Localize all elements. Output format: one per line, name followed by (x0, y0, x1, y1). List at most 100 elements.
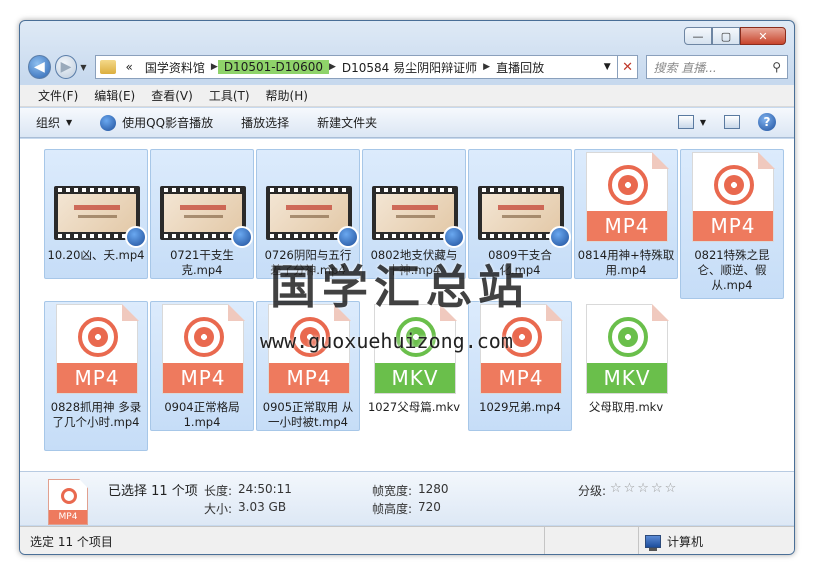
search-icon[interactable]: ⚲ (772, 60, 781, 74)
duration-label: 长度: (204, 484, 233, 498)
file-list[interactable]: 10.20凶、夭.mp4 0721干支生克.mp4 0726阴阳与五行差了分神.mp… (20, 139, 794, 471)
file-name: 10.20凶、夭.mp4 (47, 248, 145, 262)
view-controls: ▼ ? (668, 113, 776, 131)
film-reel-icon (396, 317, 436, 357)
file-item[interactable]: 0726阴阳与五行差了分神.mp4 (256, 149, 360, 279)
play-selection-button[interactable]: 播放选择 (241, 114, 289, 131)
film-reel-icon (290, 317, 330, 357)
breadcrumb-separator[interactable]: ▶ (211, 62, 218, 72)
film-reel-icon (61, 488, 77, 504)
film-reel-icon (608, 165, 648, 205)
search-input[interactable]: 搜索 直播... ⚲ (646, 55, 788, 79)
view-options-icon[interactable] (677, 115, 694, 129)
file-type-label: MP4 (163, 363, 243, 393)
minimize-button[interactable]: — (684, 27, 712, 45)
file-item[interactable]: MP4 0904正常格局1.mp4 (150, 301, 254, 431)
menu-edit[interactable]: 编辑(E) (86, 87, 143, 104)
forward-button[interactable]: ▶ (54, 55, 78, 79)
thumbnail-detail (289, 214, 329, 218)
rating-label: 分级: (578, 484, 607, 498)
file-type-label: MP4 (693, 211, 773, 241)
file-item[interactable]: MKV 父母取用.mkv (574, 301, 678, 431)
qq-player-badge-icon (443, 226, 465, 248)
file-item[interactable]: MP4 1029兄弟.mp4 (468, 301, 572, 431)
file-type-label: MP4 (57, 363, 137, 393)
play-with-qq-button[interactable]: 使用QQ影音播放 (100, 114, 213, 131)
breadcrumb-separator[interactable]: ▶ (329, 62, 336, 72)
status-location: 计算机 (638, 527, 704, 554)
caption-buttons: — ▢ ✕ (684, 27, 786, 45)
organize-button[interactable]: 组织 ▼ (36, 114, 72, 131)
maximize-button[interactable]: ▢ (712, 27, 740, 45)
frame-height-label: 帧高度: (372, 502, 413, 516)
qq-player-badge-icon (337, 226, 359, 248)
view-dropdown-icon[interactable]: ▼ (700, 118, 706, 127)
file-item[interactable]: MP4 0828抓用神 多录了几个小时.mp4 (44, 301, 148, 451)
breadcrumb-overflow[interactable]: « (120, 60, 139, 74)
duration-value: 24:50:11 (238, 482, 292, 496)
film-reel-icon (184, 317, 224, 357)
file-name: 1029兄弟.mp4 (479, 400, 561, 414)
address-bar[interactable]: « 国学资料馆 ▶ D10501-D10600 ▶ D10584 易尘阴阳辩证师… (94, 55, 618, 79)
folder-icon (99, 60, 116, 74)
breadcrumb-separator[interactable]: ▶ (483, 62, 490, 72)
qq-player-badge-icon (549, 226, 571, 248)
new-folder-button[interactable]: 新建文件夹 (317, 114, 377, 131)
menu-bar: 文件(F) 编辑(E) 查看(V) 工具(T) 帮助(H) (20, 85, 794, 107)
breadcrumb-item-library[interactable]: 国学资料馆 (139, 59, 211, 76)
file-name: 0828抓用神 多录了几个小时.mp4 (50, 400, 142, 429)
status-bar: 选定 11 个项目 计算机 (20, 526, 794, 554)
menu-file[interactable]: 文件(F) (30, 87, 86, 104)
size-value: 3.03 GB (238, 500, 287, 514)
status-location-text: 计算机 (667, 535, 704, 549)
file-item[interactable]: 10.20凶、夭.mp4 (44, 149, 148, 279)
details-pane: MP4 已选择 11 个项 长度: 24:50:11 大小: 3.03 GB 帧… (20, 471, 794, 525)
file-type-label: MP4 (269, 363, 349, 393)
menu-help[interactable]: 帮助(H) (258, 87, 316, 104)
recent-pages-dropdown[interactable]: ▼ (80, 63, 86, 72)
preview-pane-icon[interactable] (724, 115, 740, 129)
menu-view[interactable]: 查看(V) (143, 87, 201, 104)
page-fold (546, 304, 563, 321)
file-item[interactable]: 0802地支伏藏与十神.mp4 (362, 149, 466, 279)
thumbnail-frame (376, 194, 454, 232)
page-fold (652, 304, 669, 321)
file-name: 0814用神+特殊取用.mp4 (577, 248, 675, 277)
file-item[interactable]: MKV 1027父母篇.mkv (362, 301, 466, 431)
file-item[interactable]: MP4 0814用神+特殊取用.mp4 (574, 149, 678, 279)
film-reel-icon (608, 317, 648, 357)
frame-width-label: 帧宽度: (372, 484, 413, 498)
thumbnail-frame (270, 194, 348, 232)
navigation-bar: ◀ ▶ ▼ « 国学资料馆 ▶ D10501-D10600 ▶ D10584 易… (28, 53, 788, 81)
file-name: 0721干支生克.mp4 (170, 248, 234, 277)
frame-width-value: 1280 (418, 482, 449, 496)
status-selection-text: 选定 11 个项目 (30, 534, 113, 549)
command-bar: 组织 ▼ 使用QQ影音播放 播放选择 新建文件夹 ▼ ? (20, 108, 794, 138)
rating-stars[interactable]: ☆☆☆☆☆ (610, 481, 678, 496)
breadcrumb-item-current[interactable]: 直播回放 (490, 59, 550, 76)
mp4-file-icon: MP4 (48, 479, 88, 525)
thumbnail-detail (183, 214, 223, 218)
file-item[interactable]: MP4 0905正常取用 从一小时被t.mp4 (256, 301, 360, 431)
file-item[interactable]: 0721干支生克.mp4 (150, 149, 254, 279)
menu-tools[interactable]: 工具(T) (201, 87, 258, 104)
thumbnail-detail (391, 205, 439, 211)
search-placeholder: 搜索 直播... (653, 60, 717, 75)
address-clear-button[interactable]: ✕ (617, 55, 639, 79)
thumbnail-frame (482, 194, 560, 232)
file-type-label: MKV (375, 363, 455, 393)
breadcrumb-item-course[interactable]: D10584 易尘阴阳辩证师 (336, 59, 483, 76)
file-item[interactable]: MP4 0821特殊之昆仑、顺逆、假从.mp4 (680, 149, 784, 299)
thumbnail-detail (395, 214, 435, 218)
file-item[interactable]: 0809干支合化.mp4 (468, 149, 572, 279)
status-divider (544, 527, 545, 554)
close-button[interactable]: ✕ (740, 27, 786, 45)
film-reel-icon (714, 165, 754, 205)
page-fold (334, 304, 351, 321)
file-type-label: MP4 (587, 211, 667, 241)
help-icon[interactable]: ? (758, 113, 776, 131)
breadcrumb-item-range[interactable]: D10501-D10600 (217, 60, 329, 74)
page-fold (228, 304, 245, 321)
back-button[interactable]: ◀ (28, 55, 51, 79)
address-dropdown[interactable]: ▼ (598, 62, 617, 72)
